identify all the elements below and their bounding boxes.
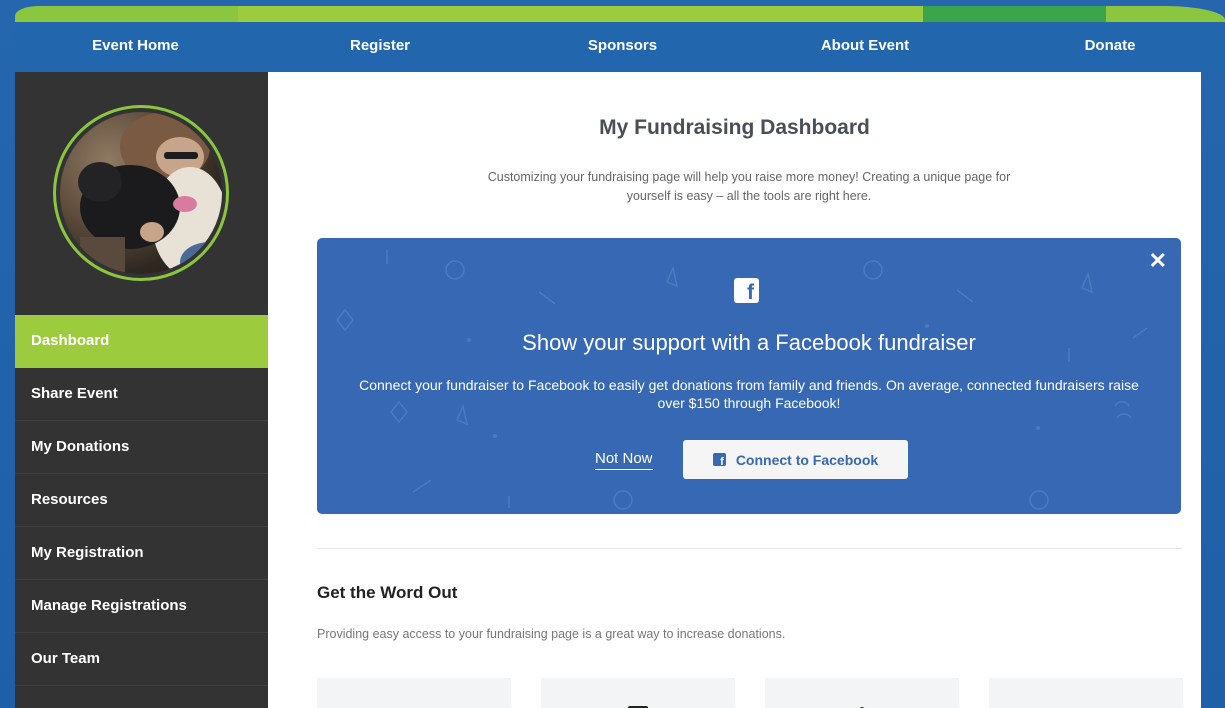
promo-title: Show your support with a Facebook fundra… bbox=[522, 330, 976, 355]
sidebar-item-dashboard[interactable]: Dashboard bbox=[15, 315, 268, 368]
sidebar-item-share-event[interactable]: Share Event bbox=[15, 368, 268, 421]
close-icon[interactable]: ✕ bbox=[1149, 248, 1167, 274]
sidebar-item-our-team[interactable]: Our Team bbox=[15, 633, 268, 686]
section-subtitle: Providing easy access to your fundraisin… bbox=[317, 627, 786, 641]
sidebar-item-resources[interactable]: Resources bbox=[15, 474, 268, 527]
nav-about-event[interactable]: About Event bbox=[795, 22, 935, 72]
connect-to-facebook-button[interactable]: f Connect to Facebook bbox=[683, 440, 908, 479]
sidebar-item-manage-registrations[interactable]: Manage Registrations bbox=[15, 580, 268, 633]
sidebar: Dashboard Share Event My Donations Resou… bbox=[15, 72, 268, 708]
page-title: My Fundraising Dashboard bbox=[599, 116, 870, 139]
facebook-icon: f bbox=[734, 278, 759, 304]
facebook-small-icon: f bbox=[712, 453, 726, 468]
sidebar-item-my-registration[interactable]: My Registration bbox=[15, 527, 268, 580]
not-now-link[interactable]: Not Now bbox=[595, 450, 653, 470]
promo-body: Connect your fundraiser to Facebook to e… bbox=[359, 377, 1139, 411]
nav-donate[interactable]: Donate bbox=[1055, 22, 1165, 72]
header-color-strip bbox=[15, 6, 1225, 22]
section-divider bbox=[317, 548, 1182, 549]
share-card[interactable] bbox=[541, 678, 735, 708]
share-card[interactable] bbox=[989, 678, 1183, 708]
share-card[interactable] bbox=[317, 678, 511, 708]
intro-text: Customizing your fundraising page will h… bbox=[487, 170, 1011, 203]
share-card-icon bbox=[628, 706, 648, 708]
facebook-promo-banner: ✕ f Show your support with a Facebook fu… bbox=[317, 238, 1181, 514]
connect-button-label: Connect to Facebook bbox=[735, 451, 879, 468]
main-content: My Fundraising Dashboard Customizing you… bbox=[268, 72, 1201, 708]
share-card[interactable] bbox=[765, 678, 959, 708]
section-title: Get the Word Out bbox=[317, 583, 458, 602]
top-navigation: Event Home Register Sponsors About Event… bbox=[15, 22, 1225, 72]
nav-sponsors[interactable]: Sponsors bbox=[555, 22, 690, 72]
page: Event Home Register Sponsors About Event… bbox=[0, 0, 1225, 708]
share-card-icon bbox=[859, 707, 865, 708]
sidebar-menu: Dashboard Share Event My Donations Resou… bbox=[15, 315, 268, 686]
avatar[interactable] bbox=[53, 105, 229, 281]
share-card-icon bbox=[1072, 704, 1100, 708]
nav-event-home[interactable]: Event Home bbox=[68, 22, 203, 72]
nav-register[interactable]: Register bbox=[315, 22, 445, 72]
profile-photo bbox=[60, 112, 222, 274]
sidebar-item-my-donations[interactable]: My Donations bbox=[15, 421, 268, 474]
